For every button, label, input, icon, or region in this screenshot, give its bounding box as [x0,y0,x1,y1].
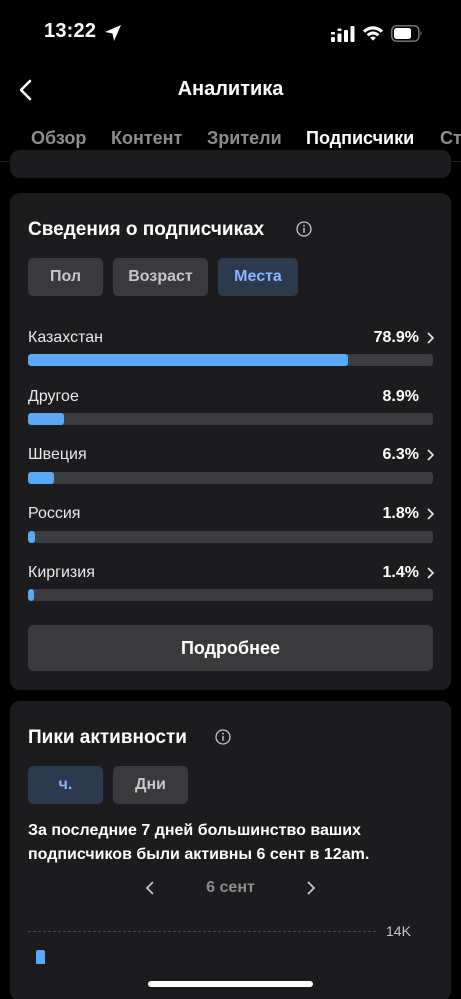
chevron-right-icon [427,567,435,579]
battery-icon [391,25,422,42]
nav-bar: Аналитика [0,64,461,116]
location-name: Киргизия [28,564,95,581]
location-bar-fill [28,472,54,484]
location-arrow-icon [105,25,121,41]
tab-stats-partial[interactable]: Ст [440,128,461,149]
chevron-right-icon [427,449,435,461]
status-bar: 13:22 [0,0,461,64]
segment-places[interactable]: Места [218,258,298,296]
location-bar-fill [28,531,36,543]
location-bar-track [28,472,433,484]
location-bar-track [28,354,433,366]
location-bar-fill [28,589,34,601]
activity-card-title: Пики активности [28,727,187,748]
followers-info-card: Сведения о подписчиках Пол Возраст Места… [10,193,451,690]
location-percent: 6.3% [382,446,419,463]
location-percent: 78.9% [373,329,419,346]
tab-viewers[interactable]: Зрители [207,128,282,149]
tab-followers[interactable]: Подписчики [306,128,414,149]
followers-card-title: Сведения о подписчиках [28,219,265,240]
chart-gridline [28,931,376,932]
segment-gender[interactable]: Пол [28,258,103,296]
segment-days[interactable]: Дни [113,766,188,804]
activity-peaks-card: Пики активности ч. Дни За последние 7 дн… [10,701,451,999]
chevron-right-icon [427,332,435,344]
page-title: Аналитика [177,78,284,100]
info-icon[interactable] [215,729,231,745]
cellular-signal-icon [331,26,355,42]
more-details-button[interactable]: Подробнее [28,625,433,671]
previous-card [10,150,451,178]
wifi-icon [363,26,383,41]
home-indicator [148,981,313,987]
info-icon[interactable] [296,221,312,237]
status-time: 13:22 [44,20,97,42]
location-name: Другое [28,388,79,405]
activity-bar [36,950,45,964]
segment-age[interactable]: Возраст [113,258,208,296]
location-bar-fill [28,413,65,425]
location-bar-track [28,413,433,425]
tab-content[interactable]: Контент [111,128,182,149]
location-percent: 1.8% [382,505,419,522]
chevron-right-icon [427,508,435,520]
location-percent: 8.9% [382,388,419,405]
location-percent: 1.4% [382,564,419,581]
activity-summary: За последние 7 дней большинство ваших по… [28,822,370,863]
selected-date: 6 сент [206,879,255,896]
location-bar-track [28,531,433,543]
chevron-right-icon[interactable] [305,879,317,897]
segment-hours[interactable]: ч. [28,766,103,804]
location-name: Россия [28,505,81,522]
location-name: Казахстан [28,329,103,346]
location-name: Швеция [28,446,87,463]
chart-gridline-label: 14K [386,923,411,939]
location-bar-track [28,589,433,601]
location-bar-fill [28,354,348,366]
tab-overview[interactable]: Обзор [31,128,86,149]
